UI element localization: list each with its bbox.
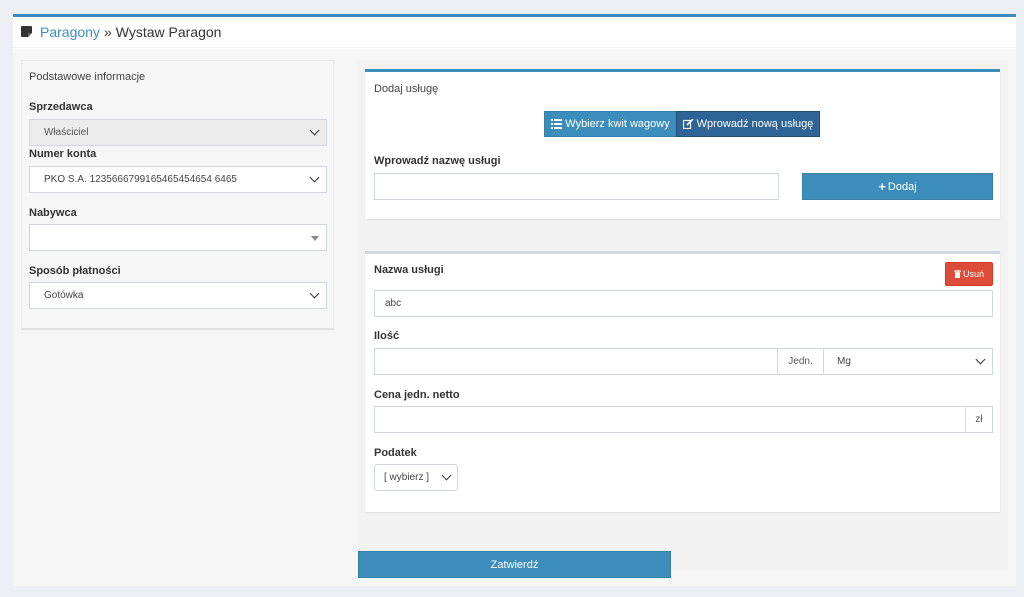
tax-select[interactable]: [ wybierz ] [374, 464, 458, 491]
breadcrumb-link-paragony[interactable]: Paragony [40, 24, 100, 40]
remove-button-label: Usuń [962, 269, 984, 279]
unit-price-label: Cena jedn. netto [374, 389, 460, 401]
seller-label: Sprzedawca [29, 101, 93, 113]
payment-select[interactable]: Gotówka [29, 282, 327, 309]
chevron-down-icon [975, 354, 986, 365]
right-column: Dodaj usługę Wybierz kwit wagowy Wprowad… [358, 60, 1008, 570]
tab-weight-ticket[interactable]: Wybierz kwit wagowy [544, 111, 677, 137]
add-service-box: Dodaj usługę Wybierz kwit wagowy Wprowad… [365, 69, 1000, 219]
service-name-input[interactable] [374, 173, 779, 200]
service-item-name-label: Nazwa usługi [374, 264, 444, 276]
account-select[interactable]: PKO S.A. 1235666799165465454654 6465 [29, 166, 327, 193]
tab-new-service[interactable]: Wprowadź nową usługę [676, 111, 820, 137]
unit-price-input[interactable] [374, 406, 966, 433]
unit-select[interactable]: Mg [823, 348, 993, 375]
buyer-label: Nabywca [29, 207, 77, 219]
add-button[interactable]: + Dodaj [802, 173, 993, 200]
unit-value: Mg [837, 356, 851, 367]
payment-value: Gotówka [44, 290, 84, 301]
submit-button[interactable]: Zatwierdź [358, 551, 671, 578]
basic-info-panel: Podstawowe informacje Sprzedawca Właścic… [21, 60, 334, 330]
unit-addon: Jedn. [777, 348, 824, 375]
page-header: Paragony » Wystaw Paragon [13, 17, 1016, 48]
service-item-name-input[interactable]: abc [374, 290, 993, 317]
chevron-down-icon [441, 470, 452, 481]
page-title: Wystaw Paragon [115, 24, 222, 40]
tab-weight-ticket-label: Wybierz kwit wagowy [565, 118, 670, 130]
buyer-select[interactable] [29, 224, 327, 251]
trash-icon [953, 270, 961, 278]
tab-new-service-label: Wprowadź nową usługę [696, 118, 814, 130]
service-item-box: Nazwa usługi Usuń abc Ilość Jedn. Mg Cen… [365, 251, 1000, 512]
basic-info-title: Podstawowe informacje [29, 71, 146, 83]
breadcrumb-separator: » [103, 24, 112, 40]
add-service-title: Dodaj usługę [374, 83, 439, 95]
account-value: PKO S.A. 1235666799165465454654 6465 [44, 174, 237, 185]
chevron-down-icon [309, 172, 320, 183]
add-button-label: Dodaj [887, 180, 917, 193]
quantity-label: Ilość [374, 330, 400, 342]
document-icon [21, 26, 32, 37]
seller-value: Właściciel [44, 127, 89, 138]
plus-icon: + [878, 178, 886, 194]
caret-down-icon [311, 236, 319, 241]
main-box: Paragony » Wystaw Paragon Podstawowe inf… [13, 14, 1016, 586]
service-name-label: Wprowadź nazwę usługi [374, 155, 501, 167]
account-label: Numer konta [29, 148, 97, 160]
submit-button-label: Zatwierdź [490, 558, 539, 571]
list-icon [551, 119, 563, 129]
remove-button[interactable]: Usuń [945, 262, 993, 286]
chevron-down-icon [309, 125, 320, 136]
edit-icon [682, 119, 694, 129]
tax-value: [ wybierz ] [384, 472, 430, 483]
content-area: Podstawowe informacje Sprzedawca Właścic… [13, 49, 1016, 586]
chevron-down-icon [309, 288, 320, 299]
currency-addon: zł [965, 406, 993, 433]
tax-label: Podatek [374, 447, 417, 459]
quantity-input[interactable] [374, 348, 779, 375]
payment-label: Sposób płatności [29, 265, 121, 277]
seller-select: Właściciel [29, 119, 327, 146]
